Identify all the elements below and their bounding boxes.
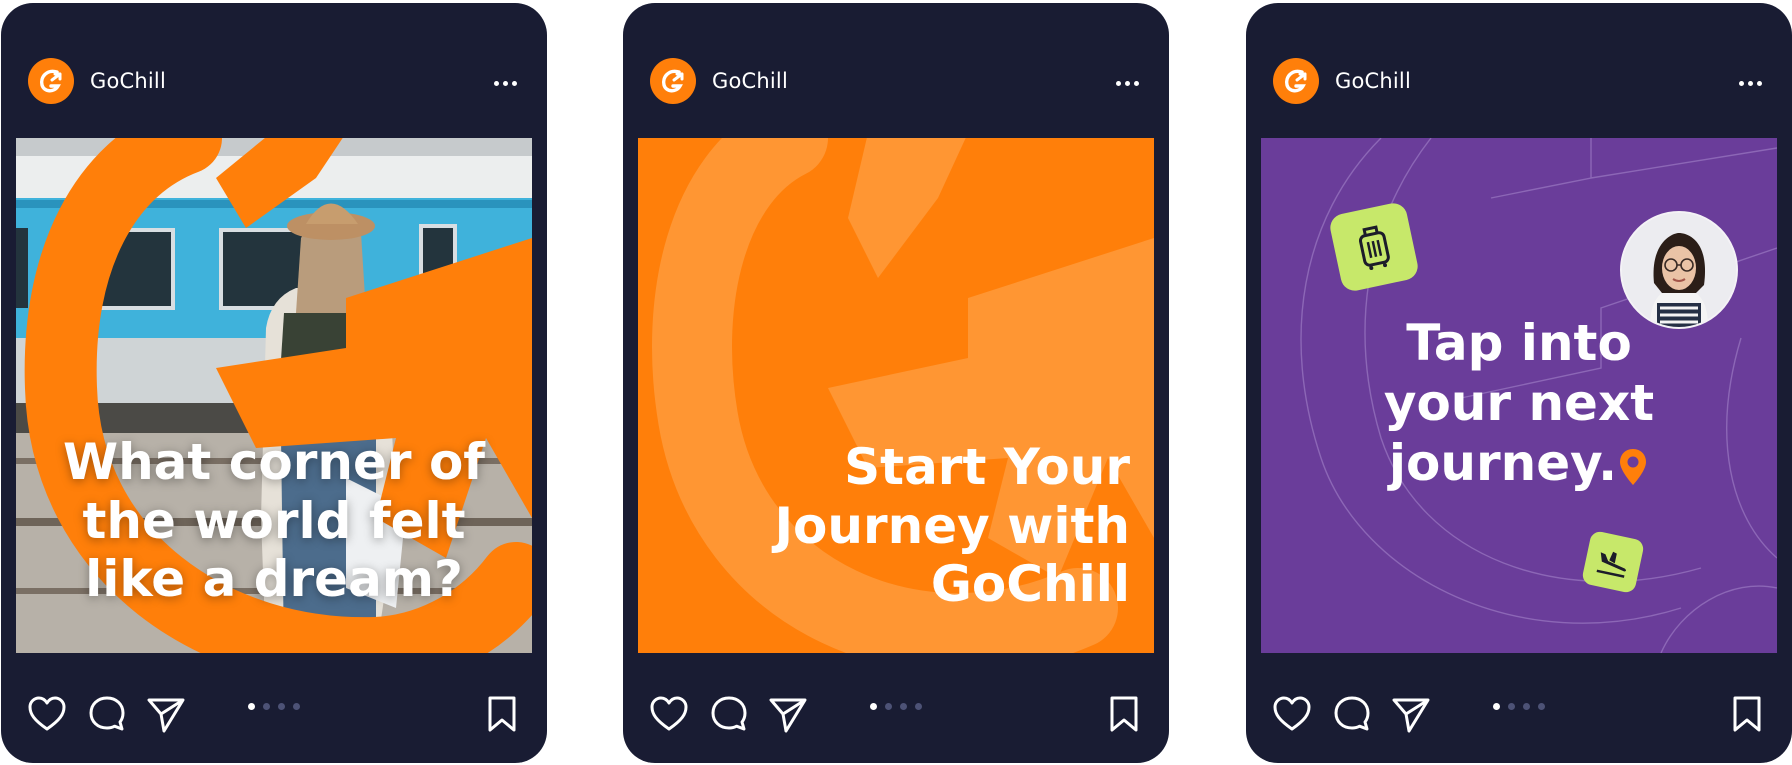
slide-dot — [263, 703, 270, 710]
airplane-landing-icon — [1580, 529, 1646, 595]
gochill-logo-icon[interactable] — [1273, 58, 1319, 104]
headline-line: Tap into — [1406, 314, 1632, 372]
heart-icon[interactable] — [648, 693, 690, 735]
account-name[interactable]: GoChill — [712, 69, 788, 93]
send-icon[interactable] — [145, 693, 187, 735]
comment-icon[interactable] — [1331, 693, 1373, 735]
post-card-3: GoChill Tap into your next journey. — [1246, 3, 1792, 763]
post-image[interactable]: Tap into your next journey. — [1261, 138, 1777, 653]
post-headline: Tap into your next journey. — [1261, 313, 1777, 493]
comment-icon[interactable] — [708, 693, 750, 735]
account-name[interactable]: GoChill — [1335, 69, 1411, 93]
traveler-avatar — [1620, 211, 1738, 329]
slide-dot — [885, 703, 892, 710]
bookmark-icon[interactable] — [1726, 693, 1768, 735]
carousel-indicator — [248, 703, 300, 710]
heart-icon[interactable] — [26, 693, 68, 735]
headline-line: journey. — [1261, 433, 1777, 493]
post-header: GoChill — [1246, 3, 1792, 139]
luggage-icon — [1327, 200, 1421, 294]
post-card-1: GoChill What corner of the world felt li… — [1, 3, 547, 763]
headline-line: Start Your — [844, 438, 1130, 496]
headline-line: your next — [1383, 374, 1655, 432]
headline-line: GoChill — [930, 555, 1130, 613]
more-options-icon[interactable] — [1739, 81, 1762, 86]
slide-dot — [248, 703, 255, 710]
post-header: GoChill — [623, 3, 1169, 139]
slide-dot — [870, 703, 877, 710]
slide-dot — [1538, 703, 1545, 710]
more-options-icon[interactable] — [1116, 81, 1139, 86]
post-image[interactable]: Start Your Journey with GoChill — [638, 138, 1154, 653]
headline-last-word: journey. — [1388, 434, 1618, 492]
post-card-2: GoChill Start Your Journey with GoChill — [623, 3, 1169, 763]
slide-dot — [1523, 703, 1530, 710]
slide-dot — [293, 703, 300, 710]
heart-icon[interactable] — [1271, 693, 1313, 735]
post-header: GoChill — [1, 3, 547, 139]
caption-line: What corner of — [62, 433, 486, 491]
slide-dot — [278, 703, 285, 710]
account-name[interactable]: GoChill — [90, 69, 166, 93]
slide-dot — [900, 703, 907, 710]
gochill-logo-icon[interactable] — [650, 58, 696, 104]
caption-line: like a dream? — [85, 550, 463, 608]
caption-line: the world felt — [82, 491, 466, 550]
slide-dot — [915, 703, 922, 710]
slide-dot — [1493, 703, 1500, 710]
comment-icon[interactable] — [86, 693, 128, 735]
headline-line: Journey with — [774, 496, 1130, 555]
location-pin-icon — [1620, 448, 1647, 485]
bookmark-icon[interactable] — [481, 693, 523, 735]
carousel-indicator — [870, 703, 922, 710]
more-options-icon[interactable] — [494, 81, 517, 86]
post-caption-overlay: What corner of the world felt like a dre… — [16, 433, 532, 609]
send-icon[interactable] — [1390, 693, 1432, 735]
slide-dot — [1508, 703, 1515, 710]
carousel-indicator — [1493, 703, 1545, 710]
gochill-logo-icon[interactable] — [28, 58, 74, 104]
bookmark-icon[interactable] — [1103, 693, 1145, 735]
post-image[interactable]: What corner of the world felt like a dre… — [16, 138, 532, 653]
send-icon[interactable] — [767, 693, 809, 735]
post-headline: Start Your Journey with GoChill — [774, 438, 1130, 614]
